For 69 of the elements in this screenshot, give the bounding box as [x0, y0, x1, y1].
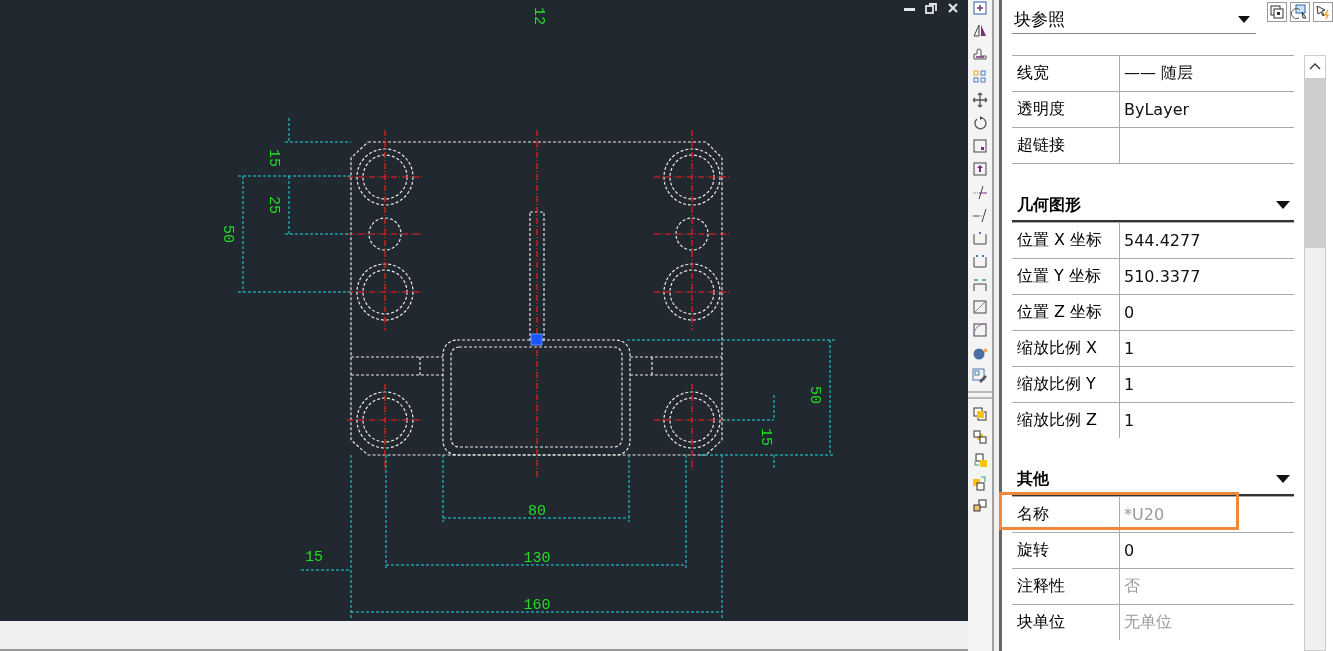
- property-label: 注释性: [1012, 569, 1120, 604]
- insert-block-icon[interactable]: [972, 0, 988, 16]
- dimension-label: 15: [305, 548, 323, 566]
- property-label: 缩放比例 Z: [1012, 403, 1120, 438]
- offset-icon[interactable]: [972, 46, 988, 62]
- toggle-pickadd-icon[interactable]: [1267, 2, 1287, 22]
- edit-properties-icon[interactable]: [972, 368, 988, 384]
- property-label: 块单位: [1012, 605, 1120, 640]
- property-label: 位置 X 坐标: [1012, 223, 1120, 258]
- caret-down-icon: [1276, 201, 1290, 209]
- fillet-icon[interactable]: [972, 322, 988, 338]
- property-label: 超链接: [1012, 128, 1120, 163]
- dimension-label: 50: [806, 386, 824, 404]
- mirror-icon[interactable]: [972, 23, 988, 39]
- property-value[interactable]: 1: [1120, 411, 1294, 430]
- dimension-label: 12: [530, 7, 548, 25]
- scroll-up-icon[interactable]: [1305, 56, 1325, 78]
- restore-icon[interactable]: [925, 3, 937, 14]
- property-value[interactable]: ByLayer: [1120, 100, 1294, 119]
- property-value[interactable]: 0: [1120, 303, 1294, 322]
- property-value[interactable]: 544.4277: [1120, 231, 1294, 250]
- grip-handle[interactable]: [530, 333, 543, 346]
- bring-above-icon[interactable]: [972, 452, 988, 468]
- property-label: 位置 Z 坐标: [1012, 295, 1120, 330]
- drawing-canvas[interactable]: 12 15 25 50 50 15 80 15 130 160: [0, 0, 968, 621]
- extend-icon[interactable]: [972, 207, 988, 223]
- select-objects-icon[interactable]: [1290, 2, 1310, 22]
- send-under-icon[interactable]: [972, 475, 988, 491]
- property-label: 透明度: [1012, 92, 1120, 127]
- dimension-label: 80: [528, 502, 546, 520]
- property-label: 缩放比例 X: [1012, 331, 1120, 366]
- vertical-scrollbar[interactable]: [1304, 55, 1326, 651]
- property-value[interactable]: 0: [1120, 541, 1294, 560]
- scrollbar-thumb[interactable]: [1305, 78, 1325, 248]
- break-at-point-icon[interactable]: [972, 230, 988, 246]
- property-label: 线宽: [1012, 56, 1120, 91]
- chamfer-icon[interactable]: [972, 299, 988, 315]
- quick-select-icon[interactable]: [1313, 2, 1333, 22]
- bring-to-front-icon[interactable]: [972, 406, 988, 422]
- section-header[interactable]: 其他: [1012, 464, 1294, 496]
- rotate-icon[interactable]: [972, 115, 988, 131]
- property-value[interactable]: —— 随层: [1120, 63, 1294, 84]
- dimension-label: 130: [523, 549, 551, 567]
- property-label: 旋转: [1012, 533, 1120, 568]
- property-value[interactable]: 510.3377: [1120, 267, 1294, 286]
- dimension-label: 25: [265, 196, 283, 214]
- overlap-squares-icon[interactable]: [972, 498, 988, 514]
- property-label: 缩放比例 Y: [1012, 367, 1120, 402]
- move-icon[interactable]: [972, 92, 988, 108]
- caret-down-icon: [1238, 16, 1250, 23]
- trim-icon[interactable]: [972, 184, 988, 200]
- dimension-label: 15: [757, 428, 775, 446]
- toolbar-separator: [968, 391, 992, 399]
- dimension-label: 50: [219, 225, 237, 243]
- property-value[interactable]: 1: [1120, 375, 1294, 394]
- break-icon[interactable]: [972, 253, 988, 269]
- close-icon[interactable]: [948, 3, 958, 13]
- property-label: 位置 Y 坐标: [1012, 259, 1120, 294]
- array-icon[interactable]: [972, 69, 988, 85]
- section-header[interactable]: 几何图形: [1012, 190, 1294, 222]
- dimension-label: 15: [265, 149, 283, 167]
- property-label: 名称: [1012, 497, 1120, 532]
- arrow-up-square-icon[interactable]: [972, 161, 988, 177]
- object-type-dropdown[interactable]: 块参照: [1012, 2, 1256, 34]
- caret-down-icon: [1276, 475, 1290, 483]
- property-value[interactable]: 1: [1120, 339, 1294, 358]
- scale-icon[interactable]: [972, 138, 988, 154]
- send-to-back-icon[interactable]: [972, 429, 988, 445]
- dimension-label: 160: [523, 596, 551, 614]
